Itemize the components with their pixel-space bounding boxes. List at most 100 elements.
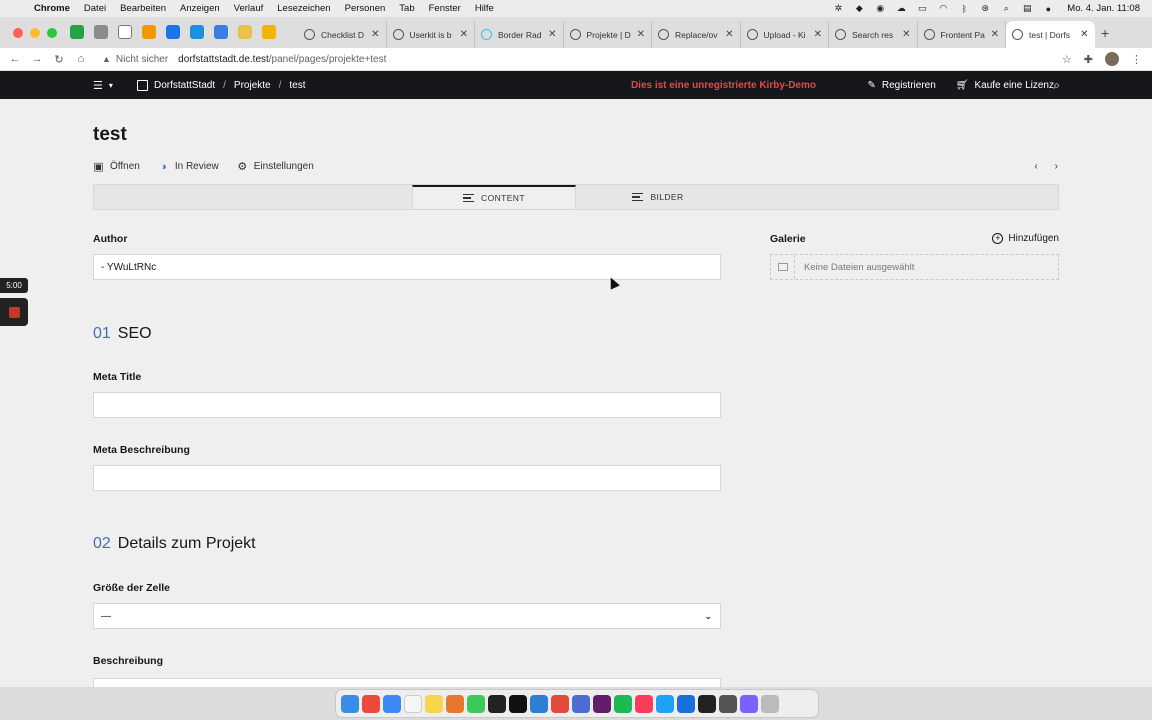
tab-close-icon[interactable]: ✕ — [814, 29, 822, 40]
url-field[interactable]: ▲ Nicht sicher dorfstattstadt.de.test /p… — [102, 54, 386, 65]
spotify-icon[interactable] — [614, 694, 632, 713]
control-center-icon[interactable]: ▤ — [1021, 3, 1033, 14]
tab-close-icon[interactable]: ✕ — [637, 29, 645, 40]
menubar-clock[interactable]: Mo. 4. Jan. 11:08 — [1067, 3, 1140, 14]
menu-personen[interactable]: Personen — [345, 3, 386, 14]
menu-hilfe[interactable]: Hilfe — [475, 3, 494, 14]
notion-icon[interactable] — [509, 694, 527, 713]
demo-notice[interactable]: Dies ist eine unregistrierte Kirby-Demo — [631, 80, 816, 91]
pinned-tab-icon[interactable] — [190, 25, 204, 39]
gear-icon[interactable]: ✲ — [832, 3, 844, 14]
figma-icon[interactable] — [488, 694, 506, 713]
meta-title-field[interactable] — [93, 392, 721, 418]
reload-icon[interactable]: ↻ — [48, 53, 70, 66]
browser-tab[interactable]: Upload - Ki ✕ — [741, 21, 829, 48]
zoom-window-button[interactable] — [47, 28, 57, 38]
menu-verlauf[interactable]: Verlauf — [234, 3, 264, 14]
forward-icon[interactable]: → — [26, 53, 48, 65]
description-editor[interactable] — [93, 678, 721, 687]
photos-icon[interactable] — [446, 694, 464, 713]
menu-datei[interactable]: Datei — [84, 3, 106, 14]
tab-close-icon[interactable]: ✕ — [548, 29, 556, 40]
dropbox-icon[interactable]: ◆ — [853, 3, 865, 14]
open-button[interactable]: ▣ Öffnen — [93, 161, 140, 173]
new-tab-icon[interactable]: + — [1101, 25, 1109, 41]
browser-tab[interactable]: Replace/ov ✕ — [652, 21, 741, 48]
breadcrumb-site[interactable]: DorfstattStadt — [154, 80, 215, 91]
browser-tab[interactable]: Search res ✕ — [829, 21, 918, 48]
next-page-icon[interactable]: › — [1055, 161, 1058, 172]
messages-icon[interactable] — [467, 694, 485, 713]
pinned-tab-icon[interactable] — [94, 25, 108, 39]
siri-icon[interactable]: ● — [1042, 4, 1054, 14]
gallery-empty-box[interactable]: Keine Dateien ausgewählt — [770, 254, 1059, 280]
bluetooth-icon[interactable]: ᛒ — [958, 4, 970, 14]
notes-icon[interactable] — [425, 694, 443, 713]
more-icon[interactable]: ⋮ — [1131, 53, 1142, 66]
app-icon[interactable] — [740, 694, 758, 713]
avatar[interactable] — [1105, 52, 1119, 66]
pinned-tab-icon[interactable] — [118, 25, 132, 39]
twitter-icon[interactable] — [656, 694, 674, 713]
screen-recorder-icon[interactable] — [719, 694, 737, 713]
author-field[interactable]: - YWuLtRNc — [93, 254, 721, 280]
status-button[interactable]: ◑ In Review — [158, 161, 219, 173]
tab-close-icon[interactable]: ✕ — [991, 29, 999, 40]
browser-tab[interactable]: Projekte | D ✕ — [564, 21, 652, 48]
slack-icon[interactable] — [593, 694, 611, 713]
tab-close-icon[interactable]: ✕ — [725, 29, 733, 40]
meta-description-field[interactable] — [93, 465, 721, 491]
app-store-icon[interactable] — [677, 694, 695, 713]
tab-close-icon[interactable]: ✕ — [371, 29, 379, 40]
vscode-icon[interactable] — [530, 694, 548, 713]
star-icon[interactable]: ☆ — [1062, 53, 1072, 66]
cell-size-select[interactable]: — ⌄ — [93, 603, 721, 629]
browser-tab[interactable]: Userkit is b ✕ — [387, 21, 475, 48]
search-icon[interactable]: ⌕ — [1053, 78, 1060, 93]
browser-tab[interactable]: Checklist D ✕ — [298, 21, 387, 48]
menu-fenster[interactable]: Fenster — [429, 3, 461, 14]
breadcrumb-projekte[interactable]: Projekte — [234, 80, 271, 91]
cloud-icon[interactable]: ☁ — [895, 3, 907, 14]
menu-anzeigen[interactable]: Anzeigen — [180, 3, 220, 14]
wifi-icon[interactable]: ◠ — [937, 3, 949, 14]
menu-lesezeichen[interactable]: Lesezeichen — [277, 3, 330, 14]
pinned-tab-icon[interactable] — [70, 25, 84, 39]
tab-close-icon[interactable]: ✕ — [902, 29, 910, 40]
close-window-button[interactable] — [13, 28, 23, 38]
chrome-icon[interactable] — [362, 694, 380, 713]
browser-tab[interactable]: Frontent Pa ✕ — [918, 21, 1006, 48]
register-button[interactable]: ✎ Registrieren — [867, 80, 935, 91]
terminal-icon[interactable] — [698, 694, 716, 713]
tab-close-icon[interactable]: ✕ — [1080, 29, 1088, 40]
pinned-tab-icon[interactable] — [166, 25, 180, 39]
prev-page-icon[interactable]: ‹ — [1034, 161, 1037, 172]
battery-icon[interactable]: ▭ — [916, 3, 928, 14]
tab-content[interactable]: CONTENT — [412, 185, 576, 209]
search-icon[interactable]: ⌕ — [1000, 3, 1012, 14]
trash-icon[interactable] — [761, 694, 779, 713]
minimize-window-button[interactable] — [30, 28, 40, 38]
browser-tab-active[interactable]: test | Dorfs ✕ — [1006, 21, 1095, 48]
breadcrumb-test[interactable]: test — [289, 80, 305, 91]
add-files-button[interactable]: + Hinzufügen — [992, 233, 1059, 244]
pinned-tab-icon[interactable] — [142, 25, 156, 39]
buy-license-button[interactable]: 🛒︎ Kaufe eine Lizenz — [956, 80, 1054, 91]
pinned-tab-icon[interactable] — [262, 25, 276, 39]
stop-recording-button[interactable] — [0, 298, 28, 326]
menu-tab[interactable]: Tab — [399, 3, 414, 14]
browser-tab[interactable]: Border Rad ✕ — [475, 21, 564, 48]
menu-bearbeiten[interactable]: Bearbeiten — [120, 3, 166, 14]
music-icon[interactable] — [635, 694, 653, 713]
tab-bilder[interactable]: BILDER — [576, 185, 740, 209]
finder-icon[interactable] — [341, 694, 359, 713]
mail-icon[interactable] — [383, 694, 401, 713]
todo-icon[interactable] — [551, 694, 569, 713]
airdrop-icon[interactable]: ⊛ — [979, 3, 991, 14]
home-icon[interactable]: ⌂ — [70, 53, 92, 65]
menu-app[interactable]: Chrome — [34, 3, 70, 14]
pinned-tab-icon[interactable] — [214, 25, 228, 39]
app-icon[interactable] — [572, 694, 590, 713]
menu-button[interactable]: ☰ ▾ — [93, 79, 113, 92]
play-icon[interactable]: ◉ — [874, 3, 886, 14]
